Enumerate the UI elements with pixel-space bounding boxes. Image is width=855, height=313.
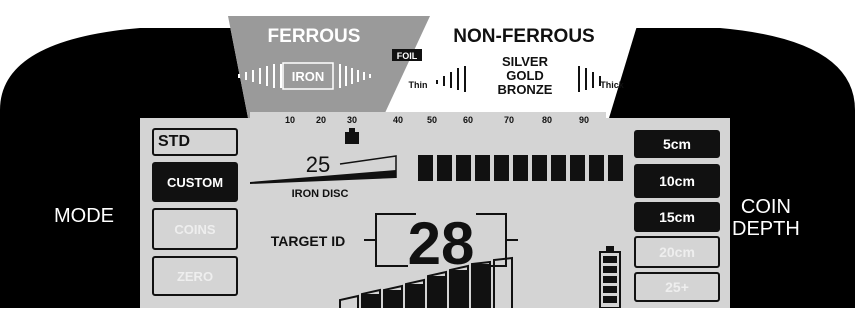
signal-segment: [532, 155, 547, 181]
mode-option-zero[interactable]: ZERO: [152, 256, 238, 296]
tick-label: 50: [427, 115, 437, 125]
depth-option-20cm[interactable]: 20cm: [634, 236, 720, 268]
metal-detector-display: FERROUS NON-FERROUS IRON FOIL Thin SILVE…: [0, 0, 855, 309]
coin-depth-label-line1: COIN: [740, 196, 791, 218]
signal-strength-bar: [418, 155, 623, 181]
signal-segment: [418, 155, 433, 181]
cursor-icon: [345, 132, 359, 144]
thin-label: Thin: [409, 80, 428, 90]
signal-segment: [494, 155, 509, 181]
signal-segment: [437, 155, 452, 181]
tick-label: 90: [579, 115, 589, 125]
bronze-label: BRONZE: [498, 82, 553, 97]
mode-option-coins[interactable]: COINS: [152, 208, 238, 250]
display-bezel: FERROUS NON-FERROUS IRON FOIL Thin SILVE…: [0, 16, 855, 309]
depth-option-15cm[interactable]: 15cm: [634, 202, 720, 232]
tick-label: 80: [542, 115, 552, 125]
tick-label: 10: [285, 115, 295, 125]
signal-segment: [551, 155, 566, 181]
coin-depth-label: COIN DEPTH: [732, 196, 800, 240]
tick-label: 70: [504, 115, 514, 125]
silver-label: SILVER: [502, 54, 549, 69]
signal-segment: [608, 155, 623, 181]
thick-label: Thick: [600, 80, 625, 90]
tick-label: 30: [347, 115, 357, 125]
mode-option-custom[interactable]: CUSTOM: [152, 162, 238, 202]
cursor-stem: [349, 128, 355, 133]
target-id-label: TARGET ID: [271, 233, 345, 249]
tick-label: 60: [463, 115, 473, 125]
non-ferrous-label: NON-FERROUS: [453, 26, 594, 47]
signal-segment: [456, 155, 471, 181]
foil-label: FOIL: [397, 51, 418, 61]
ferrous-label: FERROUS: [268, 26, 361, 47]
signal-segment: [475, 155, 490, 181]
depth-option-5cm[interactable]: 5cm: [634, 130, 720, 158]
signal-segment: [570, 155, 585, 181]
iron-disc-label: IRON DISC: [292, 188, 349, 200]
signal-segment: [513, 155, 528, 181]
signal-segment: [589, 155, 604, 181]
iron-disc-value: 25: [306, 152, 330, 177]
tick-label: 20: [316, 115, 326, 125]
mode-label: MODE: [54, 205, 114, 227]
depth-option-25plus[interactable]: 25+: [634, 272, 720, 302]
coin-depth-label-line2: DEPTH: [732, 218, 800, 240]
gold-label: GOLD: [506, 68, 544, 83]
iron-label: IRON: [292, 69, 325, 84]
mode-std-indicator: STD: [152, 128, 238, 156]
depth-option-10cm[interactable]: 10cm: [634, 164, 720, 198]
tick-label: 40: [393, 115, 403, 125]
